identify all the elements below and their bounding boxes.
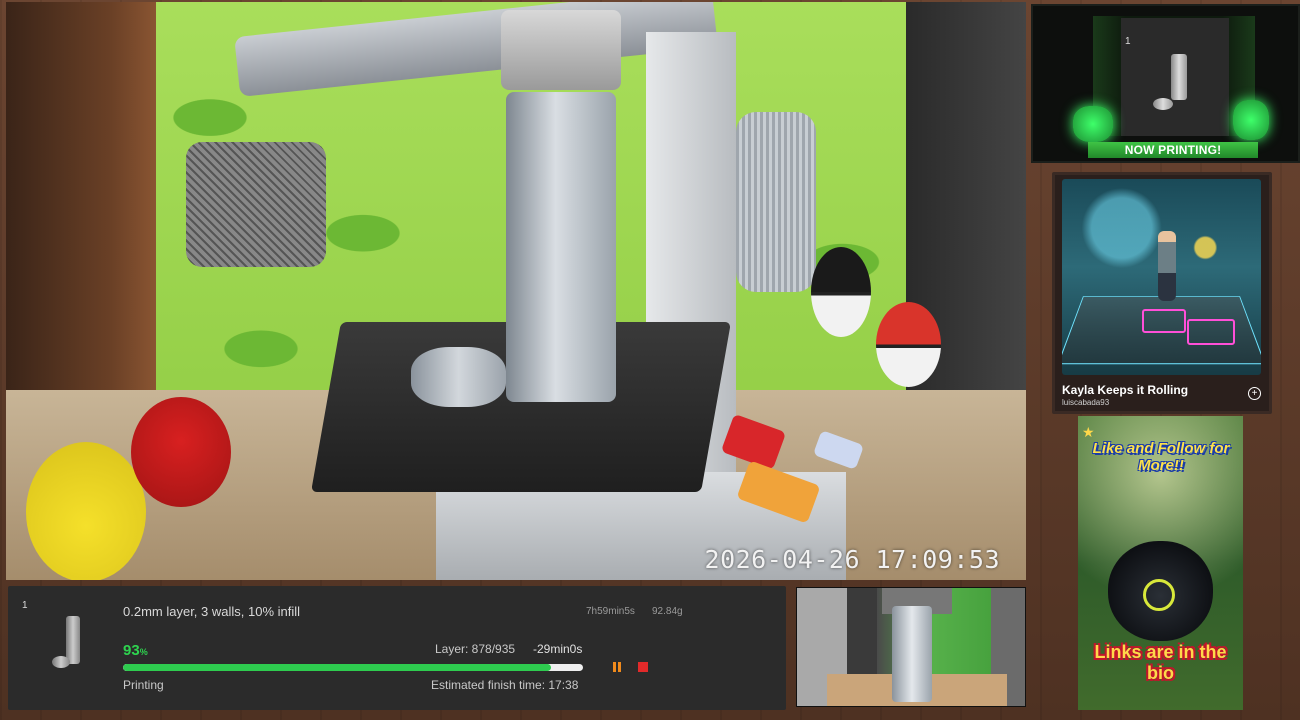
print-settings: 0.2mm layer, 3 walls, 10% infill <box>123 604 301 619</box>
time-remaining: -29min0s <box>533 642 583 656</box>
dragon-ring <box>1143 579 1175 611</box>
song-title: Kayla Keeps it Rolling <box>1062 383 1189 397</box>
now-printing-overlay: 1 NOW PRINTING! <box>1031 4 1300 163</box>
promo-links-text: Links are in the bio <box>1094 642 1227 683</box>
estimated-finish-time: Estimated finish time: 17:38 <box>431 678 579 692</box>
ultra-ball-figure <box>811 247 871 337</box>
mario-ball-figure <box>131 397 231 507</box>
pikachu-figure <box>26 442 146 580</box>
album-art-neon-shape <box>1142 309 1186 333</box>
thumbnail-disc <box>52 656 70 668</box>
promo-headline: Like and Follow for More!! <box>1092 440 1230 474</box>
main-camera-feed: 2026-04-26 17:09:53 <box>6 2 1026 580</box>
thumbnail-column <box>66 616 80 664</box>
secondary-camera-feed <box>796 587 1026 707</box>
camera-timestamp: 2026-04-26 17:09:53 <box>704 545 1000 574</box>
glowing-figure-right <box>1233 100 1269 140</box>
printed-disc <box>411 347 506 407</box>
secondary-printed-object <box>892 606 932 702</box>
album-art-neon-shape <box>1187 319 1235 345</box>
plus-circle-icon[interactable]: + <box>1248 387 1261 400</box>
time-estimate: 7h59min5s <box>586 606 635 617</box>
progress-percent-unit: % <box>139 647 148 657</box>
follow-promo-card: ★ Like and Follow for More!! Links are i… <box>1078 416 1243 710</box>
fan-cage <box>186 142 326 267</box>
now-printing-banner: NOW PRINTING! <box>1088 142 1258 158</box>
star-icon: ★ <box>1082 424 1095 440</box>
now-printing-column <box>1171 54 1187 100</box>
progress-bar-fill <box>123 664 551 671</box>
printed-object <box>506 92 616 402</box>
filament-weight: 92.84g <box>652 606 683 617</box>
now-printing-plate-count: 1 <box>1125 36 1131 47</box>
progress-percent-value: 93 <box>123 642 140 659</box>
now-printing-disc <box>1153 98 1173 110</box>
plate-count: 1 <box>22 600 28 611</box>
print-thumbnail <box>48 612 98 674</box>
progress-bar <box>123 664 583 671</box>
filament-spool <box>736 112 816 292</box>
music-card[interactable]: Kayla Keeps it Rolling luiscabada93 + <box>1052 172 1272 414</box>
dragon-figure <box>1108 541 1213 641</box>
glowing-figure-left <box>1073 106 1113 142</box>
print-progress-panel: 1 0.2mm layer, 3 walls, 10% infill 7h59m… <box>8 586 786 710</box>
stop-icon[interactable] <box>636 660 650 674</box>
progress-percent: 93% <box>123 642 148 659</box>
pokeball-figure <box>876 302 941 387</box>
printer-toolhead <box>501 10 621 90</box>
album-art-person <box>1158 231 1176 301</box>
layer-count: Layer: 878/935 <box>435 642 516 656</box>
print-status: Printing <box>123 678 164 692</box>
song-artist: luiscabada93 <box>1062 398 1110 407</box>
pause-icon[interactable] <box>610 660 624 674</box>
album-art <box>1062 179 1261 375</box>
